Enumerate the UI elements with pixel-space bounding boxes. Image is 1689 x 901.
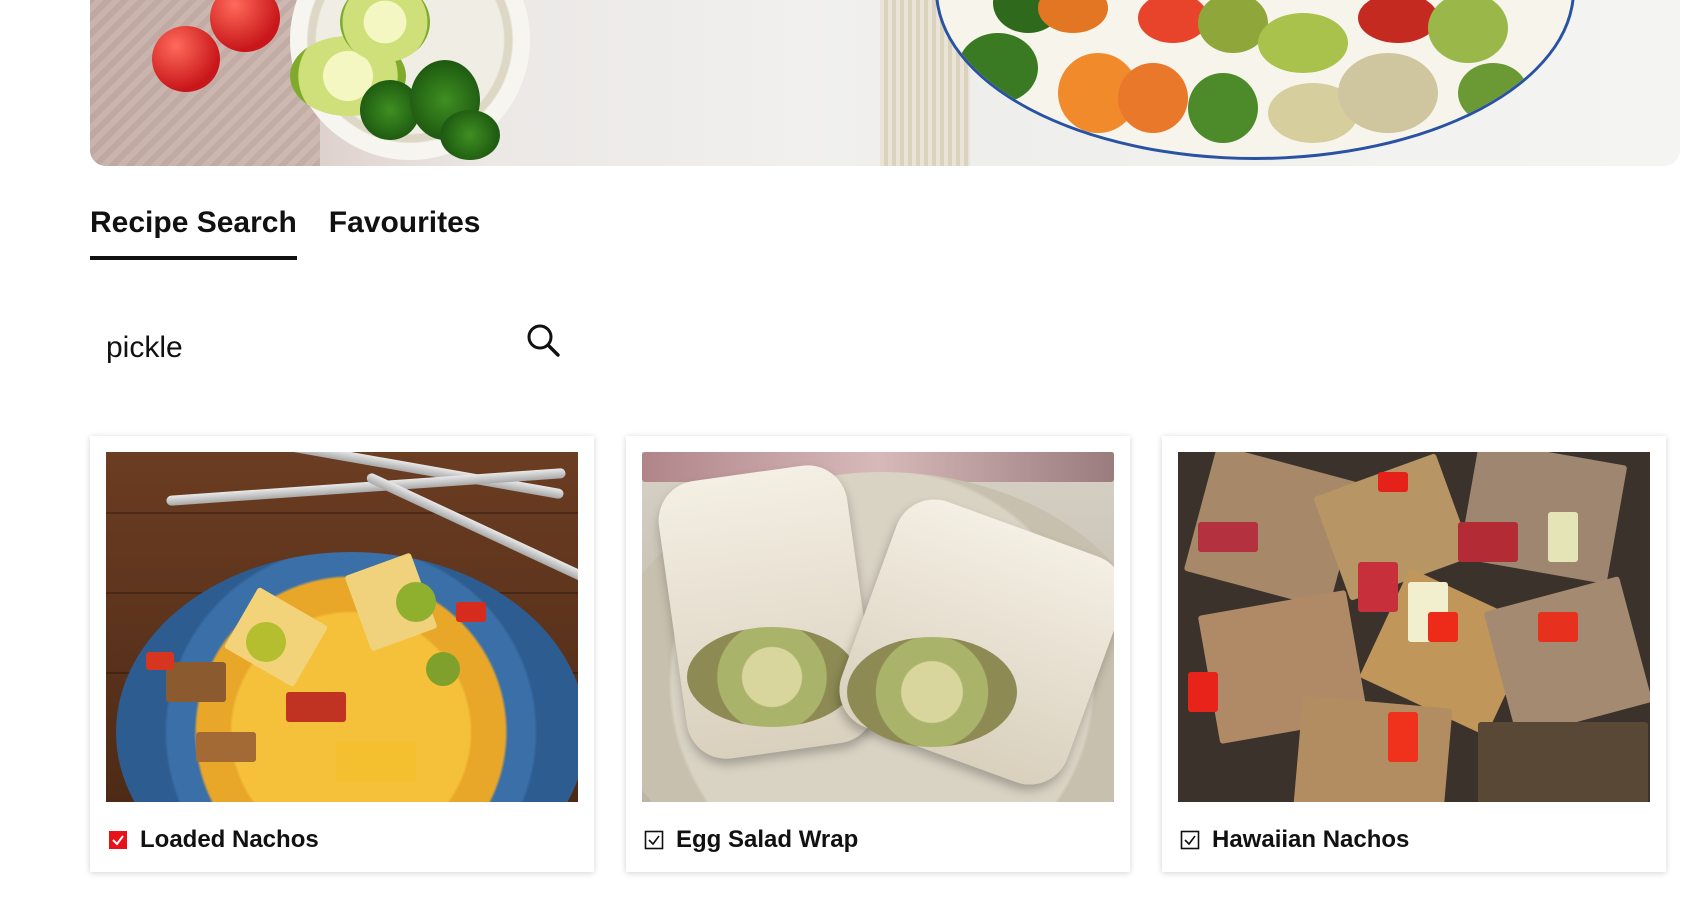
search-input[interactable] (90, 320, 520, 376)
hero-banner (90, 0, 1680, 166)
checkbox-icon (1180, 830, 1200, 850)
recipe-card[interactable]: Loaded Nachos (90, 436, 594, 872)
recipe-caption: Egg Salad Wrap (642, 826, 1114, 854)
favourite-checkbox[interactable] (1180, 830, 1200, 850)
recipe-image[interactable] (1178, 452, 1650, 802)
recipe-image[interactable] (106, 452, 578, 802)
search-icon (527, 324, 560, 357)
recipe-caption: Hawaiian Nachos (1178, 826, 1650, 854)
recipe-title[interactable]: Loaded Nachos (140, 826, 319, 854)
recipe-title[interactable]: Hawaiian Nachos (1212, 826, 1409, 854)
recipe-title[interactable]: Egg Salad Wrap (676, 826, 858, 854)
search-bar (90, 320, 570, 376)
tab-bar: Recipe Search Favourites (90, 206, 481, 260)
tab-favourites[interactable]: Favourites (329, 206, 481, 260)
checkbox-icon (644, 830, 664, 850)
page: Recipe Search Favourites pickle Loaded N… (0, 0, 1689, 901)
recipe-grid: Loaded Nachos Egg Salad Wrap Hawaiian Na… (90, 436, 1666, 872)
search-button[interactable] (522, 320, 566, 364)
recipe-caption: Loaded Nachos (106, 826, 578, 854)
favourite-checkbox[interactable] (108, 830, 128, 850)
checkbox-checked-icon (109, 831, 127, 849)
recipe-card[interactable]: Egg Salad Wrap (626, 436, 1130, 872)
recipe-card[interactable]: Hawaiian Nachos (1162, 436, 1666, 872)
tab-recipe-search[interactable]: Recipe Search (90, 206, 297, 260)
recipe-image[interactable] (642, 452, 1114, 802)
favourite-checkbox[interactable] (644, 830, 664, 850)
